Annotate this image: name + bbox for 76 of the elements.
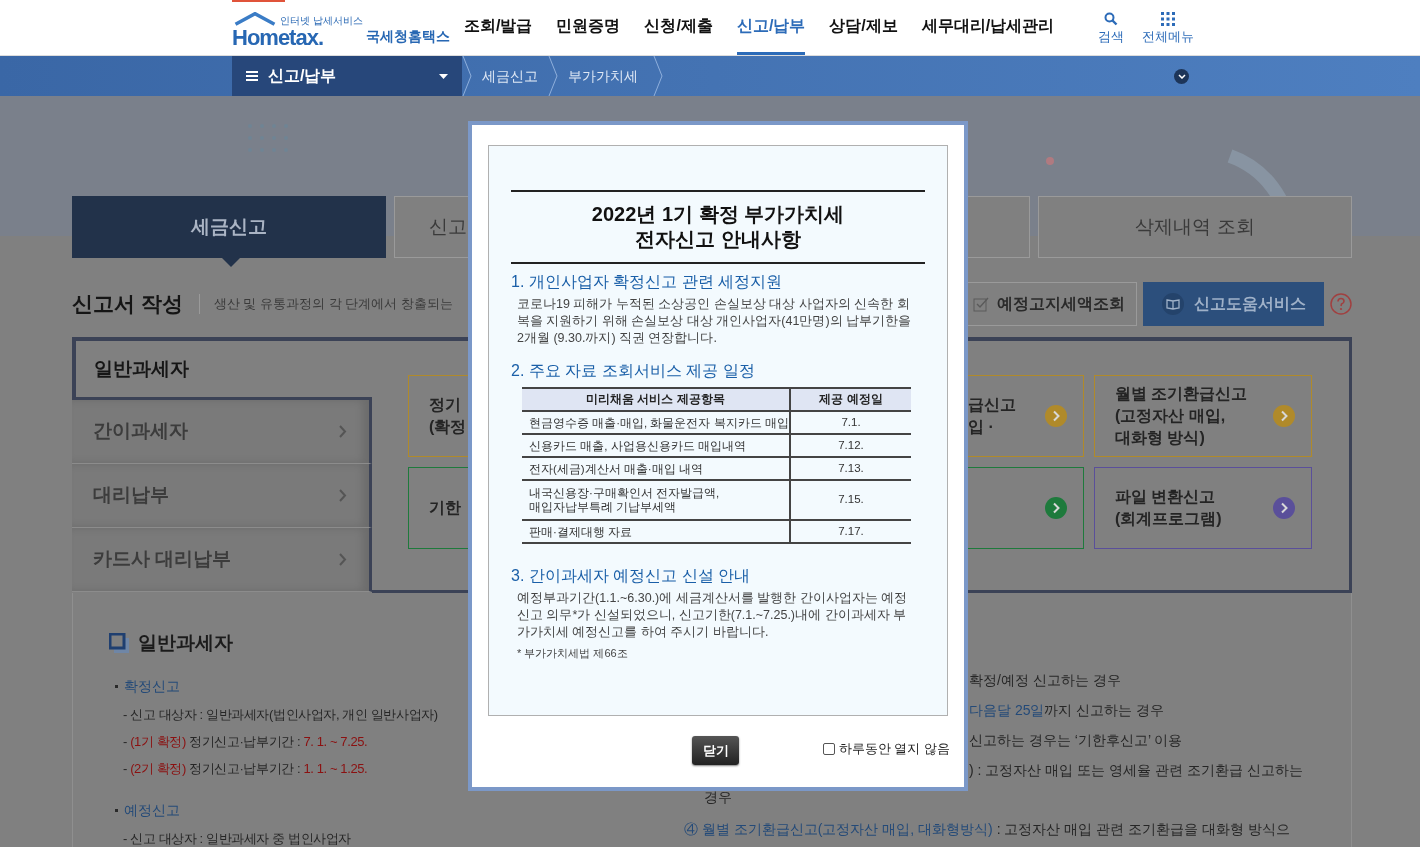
guide-text: 다음달 25일 까지 신고하는 경우: [969, 701, 1165, 719]
chevron-separator-icon: [462, 56, 472, 96]
all-menu-button[interactable]: 전체메뉴: [1142, 11, 1194, 44]
service-card[interactable]: 파일 변환신고 (회계프로그램): [1094, 467, 1312, 549]
tab[interactable]: 삭제내역 조회: [1038, 196, 1352, 258]
notice-heading: 3. 간이과세자 예정신고 신설 안내: [511, 566, 752, 586]
table-header: 미리채움 서비스 제공항목: [522, 388, 790, 411]
help-service-button[interactable]: 신고도움서비스: [1143, 282, 1324, 326]
guide-text: - 신고 대상자 : 일반과세자(법인사업자, 개인 일반사업자): [123, 705, 438, 724]
tab[interactable]: 세금신고: [72, 196, 386, 258]
tab-pointer-icon: [222, 258, 240, 267]
guide-text: 신고하는 경우는 ‘기한후신고’ 이용: [969, 731, 1183, 749]
close-button[interactable]: 닫기: [692, 736, 739, 765]
guide-text: ) : 고정자산 매입 또는 영세율 관련 조기환급 신고하는: [969, 761, 1303, 779]
chevron-right-icon: [339, 425, 347, 438]
guide-text: ④ 월별 조기환급신고(고정자산 매입, 대화형방식) : 고정자산 매입 관련 조기환급을 대화형 방식으: [684, 820, 1290, 838]
notice-title: 전자신고 안내사항: [635, 227, 801, 252]
card-label: 파일 변환신고 (회계프로그램): [1115, 487, 1222, 529]
table-cell: 전자(세금)계산서 매출·매입 내역: [522, 457, 790, 480]
guide-text: - (2기 확정) 정기신고·납부기간 : 1. 1. ~ 1.25.: [123, 759, 368, 778]
menu-item[interactable]: 세무대리/납세관리: [921, 0, 1055, 55]
expand-button[interactable]: [1174, 69, 1189, 84]
square-icon: [109, 633, 129, 654]
guide-text: 확정/예정 신고하는 경우: [969, 671, 1121, 689]
menu-item[interactable]: 상담/제보: [829, 0, 898, 55]
guide-title: 일반과세자: [138, 631, 233, 655]
chevron-right-icon: [339, 489, 347, 502]
house-roof-icon: [232, 11, 278, 26]
notice-text: 예정부과기간(1.1.~6.30.)에 세금계산서를 발행한 간이사업자는 예정신고 의무*가 신설되었으니, 신고기한(7.1.~7.25.)내에 간이과세자 부가가치세 예정신고를 하여 주시기 바랍니다.: [517, 590, 909, 641]
logo[interactable]: 인터넷 납세서비스 Hometax.: [232, 11, 363, 49]
notice-text: 코로나19 피해가 누적된 소상공인 손실보상 대상 사업자의 신속한 회복을 지원하기 위해 손실보상 대상 개인사업자(41만명)의 납부기한을 2개월 (9.30.까지) 직권 연장합니다.: [517, 296, 913, 347]
table-cell: 내국신용장·구매확인서 전자발급액, 매입자납부특례 기납부세액: [522, 480, 790, 520]
logo-tagline: 인터넷 납세서비스: [280, 14, 363, 26]
menu-item[interactable]: 민원증명: [556, 0, 621, 55]
breadcrumb-link[interactable]: 세금신고: [472, 65, 548, 87]
section-title: 신고서 작성: [72, 291, 183, 318]
table-cell: 7.17.: [790, 520, 911, 543]
menu-item[interactable]: 신청/제출: [644, 0, 713, 55]
logo-wordmark: Hometax.: [232, 25, 324, 49]
menu-icon: [246, 71, 258, 81]
service-card[interactable]: 월별 조기환급신고 (고정자산 매입, 대화형 방식): [1094, 375, 1312, 457]
dont-show-today-checkbox[interactable]: 하루동안 열지 않음: [823, 740, 950, 759]
guide-text: - (1기 확정) 정기신고·납부기간 : 7. 1. ~ 7.25.: [123, 732, 368, 751]
notice-heading: 1. 개인사업자 확정신고 관련 세정지원: [511, 272, 784, 292]
chevron-right-icon: [339, 553, 347, 566]
card-label: 월별 조기환급신고 (고정자산 매입, 대화형 방식): [1115, 384, 1248, 448]
guide-text: - 신고 대상자 : 일반과세자 중 법인사업자: [123, 829, 351, 847]
caret-icon: [439, 73, 448, 79]
notice-title: 2022년 1기 확정 부가가치세: [591, 202, 845, 227]
card-label: 급신고 입 ·: [968, 395, 1016, 437]
breadcrumb-link[interactable]: 부가가치세: [558, 65, 648, 87]
search-button[interactable]: 검색: [1098, 11, 1124, 44]
section-dropdown[interactable]: 신고/납부: [232, 56, 462, 96]
checkbox-icon: [972, 296, 989, 312]
grid-icon: [1161, 11, 1175, 26]
book-icon: [1161, 293, 1184, 315]
chevron-down-icon: [1177, 74, 1186, 79]
card-label: 정기 (확정: [429, 395, 467, 437]
table-cell: 현금영수증 매출·매입, 화물운전자 복지카드 매입: [522, 411, 790, 434]
guide-text: 경우: [704, 788, 732, 806]
sidebar-item[interactable]: 일반과세자: [72, 337, 372, 400]
chevron-separator-icon: [548, 56, 558, 96]
checkbox[interactable]: [823, 743, 835, 756]
section-description: 생산 및 유통과정의 각 단계에서 창출되는: [198, 294, 453, 314]
table-cell: 신용카드 매출, 사업용신용카드 매입내역: [522, 434, 790, 457]
help-icon: [1330, 293, 1352, 315]
table-cell: 판매·결제대행 자료: [522, 520, 790, 543]
notice-heading: 2. 주요 자료 조회서비스 제공 일정: [511, 361, 756, 381]
table-header: 제공 예정일: [790, 388, 911, 411]
table-cell: 7.13.: [790, 457, 911, 480]
card-label: 기한: [429, 498, 461, 518]
notice-note: * 부가가치세법 제66조: [517, 646, 629, 661]
menu-item[interactable]: 조회/발급: [464, 0, 533, 55]
logo-subtitle: 국세청홈택스: [365, 26, 450, 46]
search-icon: [1104, 11, 1118, 26]
table-cell: 7.15.: [790, 480, 911, 520]
